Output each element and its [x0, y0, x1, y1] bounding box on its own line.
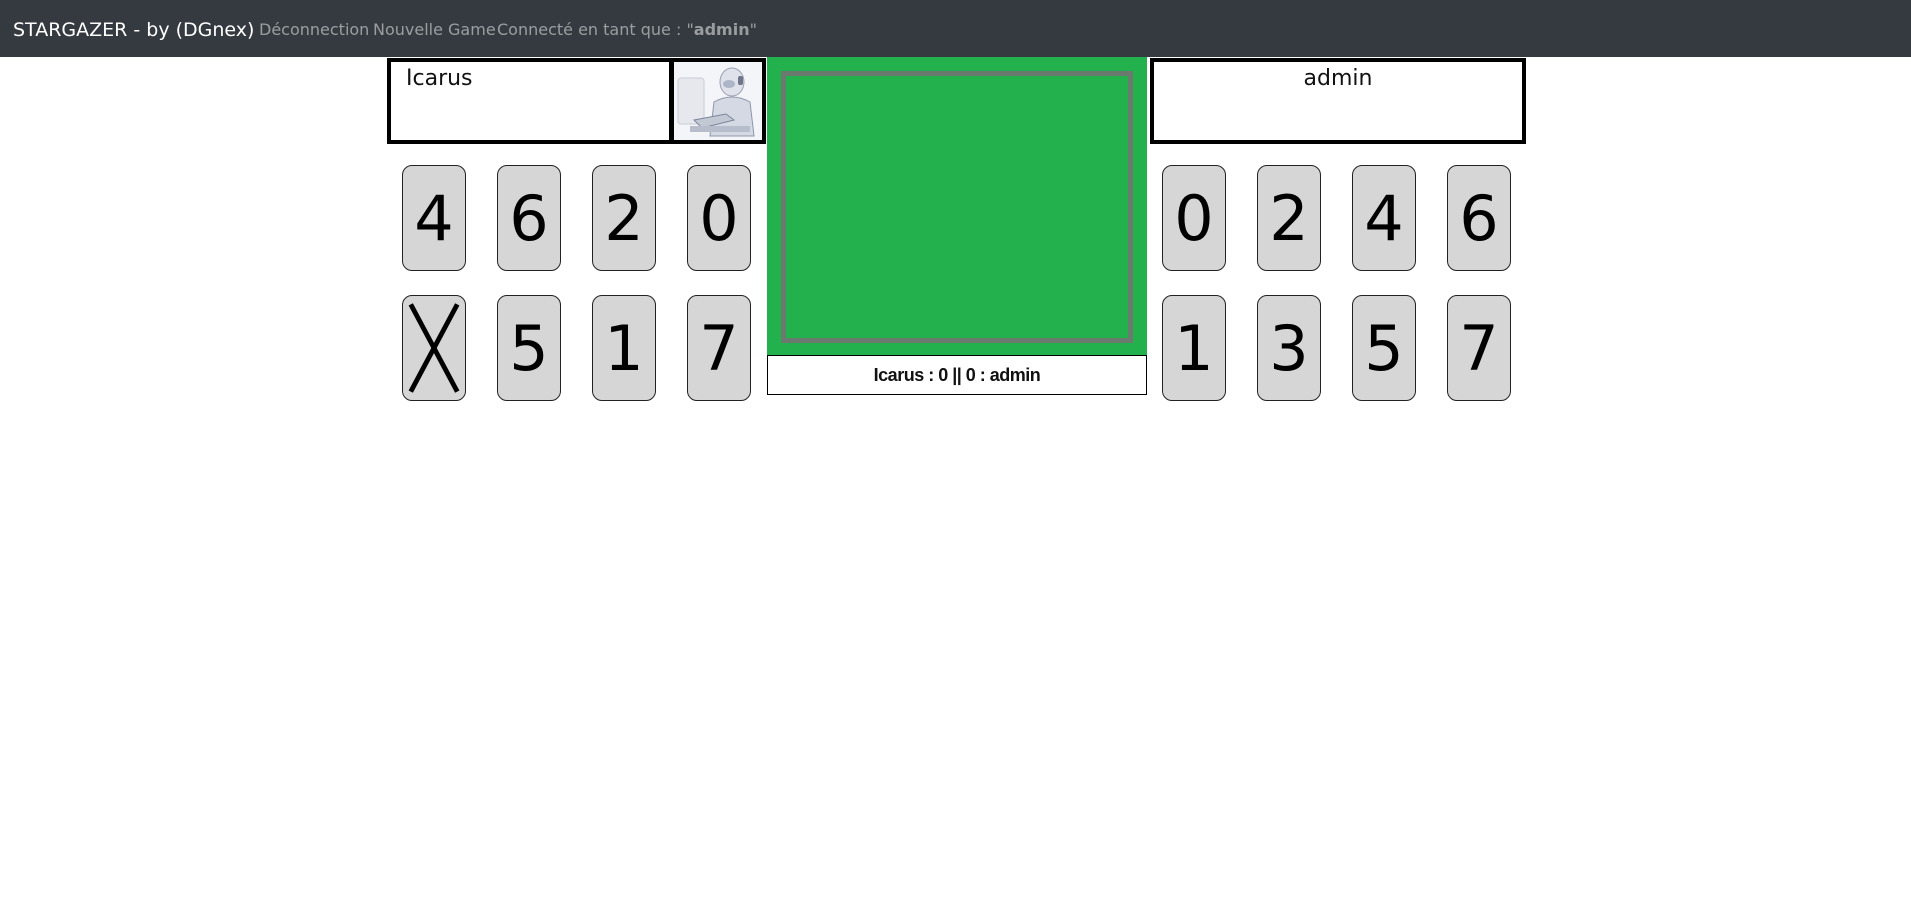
card-value: 0	[699, 182, 739, 255]
brand-link[interactable]: STARGAZER - by (DGnex)	[13, 0, 254, 60]
opponent-avatar	[670, 58, 766, 144]
card-value: 7	[699, 312, 739, 385]
opponent-panel: Icarus	[387, 58, 673, 144]
card-value: 0	[1174, 182, 1214, 255]
connected-prefix: Connecté en tant que : "	[497, 20, 694, 39]
opponent-card[interactable]: 0	[687, 165, 751, 271]
player-name: admin	[1303, 66, 1373, 91]
card-value: 4	[1364, 182, 1404, 255]
robot-avatar-icon	[674, 62, 762, 140]
player-card[interactable]: 7	[1447, 295, 1511, 401]
opponent-card-used[interactable]	[402, 295, 466, 401]
card-value: 4	[414, 182, 454, 255]
card-value: 5	[1364, 312, 1404, 385]
player-card[interactable]: 2	[1257, 165, 1321, 271]
card-value: 6	[1459, 182, 1499, 255]
player-card[interactable]: 4	[1352, 165, 1416, 271]
cross-icon	[408, 303, 460, 393]
board-play-area[interactable]	[781, 71, 1133, 343]
connected-as-text: Connecté en tant que : "admin"	[497, 0, 757, 60]
new-game-link[interactable]: Nouvelle Game	[373, 0, 496, 60]
card-value: 1	[604, 312, 644, 385]
connected-suffix: "	[749, 20, 757, 39]
player-card[interactable]: 5	[1352, 295, 1416, 401]
card-value: 1	[1174, 312, 1214, 385]
card-value: 3	[1269, 312, 1309, 385]
card-value: 7	[1459, 312, 1499, 385]
opponent-card[interactable]: 5	[497, 295, 561, 401]
connected-user: admin	[693, 20, 750, 39]
opponent-card[interactable]: 1	[592, 295, 656, 401]
card-value: 2	[1269, 182, 1309, 255]
card-value: 2	[604, 182, 644, 255]
opponent-card[interactable]: 7	[687, 295, 751, 401]
card-value: 6	[509, 182, 549, 255]
player-card[interactable]: 6	[1447, 165, 1511, 271]
opponent-card[interactable]: 6	[497, 165, 561, 271]
player-card[interactable]: 3	[1257, 295, 1321, 401]
navbar: STARGAZER - by (DGnex) Déconnection Nouv…	[0, 0, 1911, 57]
player-card[interactable]: 0	[1162, 165, 1226, 271]
score-display: Icarus : 0 || 0 : admin	[767, 355, 1147, 395]
game-board[interactable]	[767, 57, 1147, 355]
opponent-name: Icarus	[406, 66, 473, 91]
player-panel: admin	[1150, 58, 1526, 144]
player-card[interactable]: 1	[1162, 295, 1226, 401]
logout-link[interactable]: Déconnection	[259, 0, 369, 60]
card-value: 5	[509, 312, 549, 385]
opponent-card[interactable]: 4	[402, 165, 466, 271]
opponent-card[interactable]: 2	[592, 165, 656, 271]
